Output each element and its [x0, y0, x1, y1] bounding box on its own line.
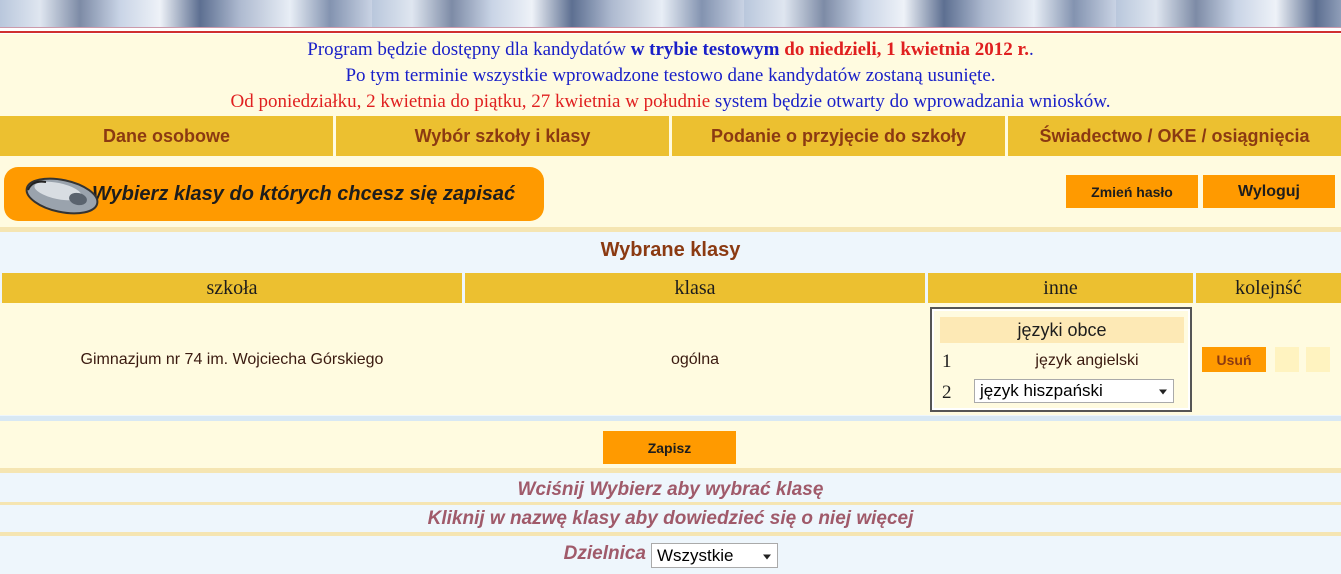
instruction-select: Wciśnij Wybierz aby wybrać klasę	[517, 479, 824, 500]
divider	[0, 416, 1341, 421]
chevron-down-icon	[1159, 389, 1167, 395]
banner-red-line	[0, 31, 1341, 33]
nav-wybor-szkoly[interactable]: Wybór szkoły i klasy	[336, 116, 669, 156]
header-banner-image	[0, 0, 1341, 27]
notice-line-2: Po tym terminie wszystkie wprowadzone te…	[345, 65, 996, 86]
mouse-icon	[22, 172, 102, 216]
languages-box: języki obce 1 język angielski 2 język hi…	[930, 307, 1192, 412]
language-1-value: język angielski	[1035, 352, 1139, 369]
remove-button[interactable]: Usuń	[1202, 347, 1266, 372]
nav-swiadectwo[interactable]: Świadectwo / OKE / osiągnięcia	[1008, 116, 1341, 156]
hint-banner: Wybierz klasy do których chcesz się zapi…	[4, 167, 544, 221]
save-button[interactable]: Zapisz	[603, 431, 736, 464]
class-name-link[interactable]: ogólna	[465, 351, 925, 369]
languages-title: języki obce	[940, 317, 1184, 343]
school-name-link[interactable]: Gimnazjum nr 74 im. Wojciecha Górskiego	[0, 351, 464, 369]
hint-text: Wybierz klasy do których chcesz się zapi…	[92, 182, 516, 205]
language-2-select[interactable]: język hiszpański	[974, 379, 1174, 403]
notice-line-1: Program będzie dostępny dla kandydatów w…	[307, 39, 1034, 60]
nav-dane-osobowe[interactable]: Dane osobowe	[0, 116, 333, 156]
chevron-down-icon	[763, 554, 771, 559]
district-label: Dzielnica	[563, 543, 646, 564]
header-school: szkoła	[2, 273, 462, 303]
header-class: klasa	[465, 273, 925, 303]
section-title: Wybrane klasy	[600, 239, 741, 261]
change-password-button[interactable]: Zmień hasło	[1066, 175, 1198, 208]
notice-box: Program będzie dostępny dla kandydatów w…	[0, 37, 1341, 115]
nav-podanie[interactable]: Podanie o przyjęcie do szkoły	[672, 116, 1005, 156]
language-1-number: 1	[942, 351, 952, 372]
divider	[0, 502, 1341, 505]
notice-line-3: Od poniedziałku, 2 kwietnia do piątku, 2…	[230, 91, 1111, 112]
header-order: kolejnść	[1196, 273, 1341, 303]
language-2-number: 2	[942, 382, 952, 403]
instruction-click-class: Kliknij w nazwę klasy aby dowiedzieć się…	[427, 508, 914, 529]
district-select[interactable]: Wszystkie	[651, 543, 778, 568]
move-up-button[interactable]	[1275, 347, 1299, 372]
divider	[0, 532, 1341, 536]
header-other: inne	[928, 273, 1193, 303]
move-down-button[interactable]	[1306, 347, 1330, 372]
logout-button[interactable]: Wyloguj	[1203, 175, 1335, 208]
main-nav: Dane osobowe Wybór szkoły i klasy Podani…	[0, 116, 1341, 156]
